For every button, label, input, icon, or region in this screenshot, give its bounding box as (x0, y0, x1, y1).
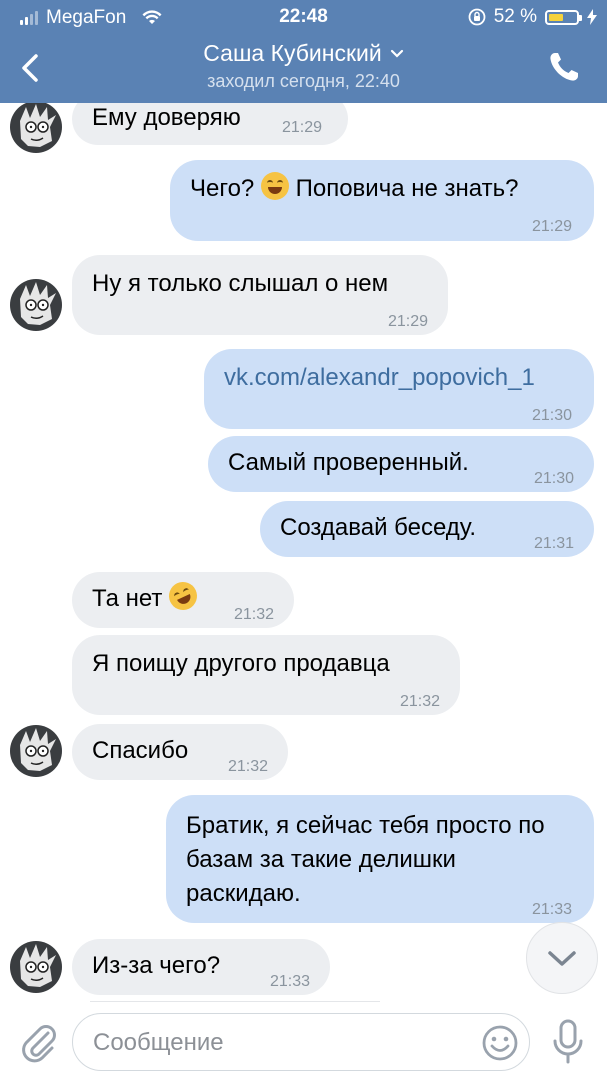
paperclip-icon[interactable] (18, 1019, 58, 1063)
scroll-to-bottom-button[interactable] (526, 922, 598, 994)
contact-avatar[interactable] (10, 725, 62, 777)
incoming-message[interactable]: Спасибо 21:32 (72, 724, 288, 780)
message-time: 21:32 (227, 758, 268, 775)
battery-icon (545, 9, 582, 25)
message-text: Создавай беседу. (280, 514, 477, 541)
message-text-before: Чего? (190, 175, 261, 202)
battery-percent: 52 % (493, 6, 537, 27)
outgoing-message[interactable]: Создавай беседу. 21:31 (260, 501, 594, 557)
outgoing-message[interactable]: Чего? Поповича не знать? 21:29 (170, 160, 594, 241)
message-text: Самый проверенный. (228, 449, 469, 476)
message-text: Спасибо (92, 737, 189, 764)
rotation-lock-icon (468, 8, 486, 26)
incoming-message[interactable]: Из-за чего? 21:33 (72, 939, 330, 995)
status-bar: MegaFon 22:48 52 % (0, 0, 607, 34)
contact-avatar[interactable] (10, 103, 62, 153)
message-time: 21:33 (269, 973, 310, 990)
microphone-icon[interactable] (551, 1019, 585, 1065)
message-text: Я поищу другого продавца (92, 650, 390, 677)
message-text-after: Поповича не знать? (288, 175, 519, 202)
message-text: Из-за чего? (92, 952, 221, 979)
contact-name-row[interactable]: Саша Кубинский (203, 40, 403, 67)
outgoing-message[interactable]: vk.com/alexandr_popovich_1 21:30 (204, 349, 594, 429)
incoming-message[interactable]: Ему доверяю 21:29 (72, 103, 348, 145)
phone-call-icon[interactable] (547, 50, 581, 84)
message-time: 21:30 (531, 407, 572, 424)
message-time: 21:29 (387, 313, 428, 330)
message-link[interactable]: vk.com/alexandr_popovich_1 (224, 364, 535, 391)
message-time: 21:32 (233, 606, 274, 623)
message-text: Ну я только слышал о нем (92, 270, 389, 297)
incoming-message[interactable]: Та нет 21:32 (72, 572, 294, 628)
message-list[interactable]: Ему доверяю 21:29 Чего? Поповича не знат… (0, 103, 607, 1005)
message-time: 21:29 (282, 119, 323, 136)
chat-header: MegaFon 22:48 52 % Саша Кубинский заходи… (0, 0, 607, 103)
outgoing-message[interactable]: Самый проверенный. 21:30 (208, 436, 594, 492)
message-text: Та нет (92, 585, 163, 612)
charging-bolt-icon (587, 9, 597, 25)
contact-avatar[interactable] (10, 279, 62, 331)
message-time: 21:29 (531, 218, 572, 235)
message-input-box[interactable] (72, 1013, 530, 1072)
contact-name: Саша Кубинский (203, 40, 382, 66)
outgoing-message[interactable]: Братик, я сейчас тебя просто по базам за… (166, 795, 594, 923)
contact-avatar[interactable] (10, 941, 62, 993)
last-seen-status: заходил сегодня, 22:40 (207, 71, 400, 91)
chevron-down-icon (548, 951, 576, 966)
message-time: 21:32 (399, 693, 440, 710)
incoming-message[interactable]: Ну я только слышал о нем 21:29 (72, 255, 448, 335)
message-composer (0, 1005, 607, 1080)
message-time: 21:30 (533, 470, 574, 487)
contact-title-area[interactable]: Саша Кубинский заходил сегодня, 22:40 (0, 40, 607, 92)
message-text: Ему доверяю (92, 104, 241, 131)
rolling-laughing-emoji-icon (164, 577, 202, 615)
message-input[interactable] (91, 1014, 485, 1072)
incoming-message[interactable]: Я поищу другого продавца 21:32 (72, 635, 460, 715)
message-time: 21:31 (533, 535, 574, 552)
chevron-down-icon (390, 49, 403, 58)
message-text: Братик, я сейчас тебя просто по базам за… (186, 812, 545, 907)
status-right-group: 52 % (468, 6, 597, 28)
laughing-emoji-icon (260, 172, 289, 200)
emoji-smile-icon[interactable] (481, 1024, 519, 1062)
divider (90, 1001, 380, 1002)
